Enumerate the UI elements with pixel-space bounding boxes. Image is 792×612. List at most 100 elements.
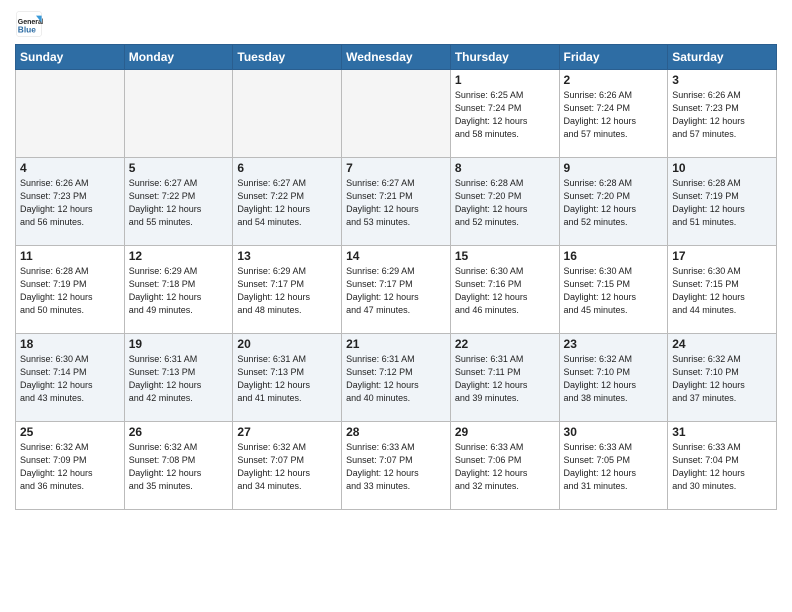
- day-info: Sunrise: 6:26 AMSunset: 7:23 PMDaylight:…: [20, 177, 120, 229]
- day-info: Sunrise: 6:27 AMSunset: 7:21 PMDaylight:…: [346, 177, 446, 229]
- page: General Blue SundayMondayTuesdayWednesda…: [0, 0, 792, 520]
- day-info: Sunrise: 6:25 AMSunset: 7:24 PMDaylight:…: [455, 89, 555, 141]
- day-info: Sunrise: 6:29 AMSunset: 7:17 PMDaylight:…: [237, 265, 337, 317]
- day-info: Sunrise: 6:28 AMSunset: 7:19 PMDaylight:…: [20, 265, 120, 317]
- day-cell-17: 17 Sunrise: 6:30 AMSunset: 7:15 PMDayligh…: [668, 246, 777, 334]
- day-cell-13: 13 Sunrise: 6:29 AMSunset: 7:17 PMDayligh…: [233, 246, 342, 334]
- weekday-header-tuesday: Tuesday: [233, 45, 342, 70]
- day-info: Sunrise: 6:30 AMSunset: 7:15 PMDaylight:…: [672, 265, 772, 317]
- weekday-header-row: SundayMondayTuesdayWednesdayThursdayFrid…: [16, 45, 777, 70]
- day-number: 9: [564, 161, 664, 175]
- week-row-1: 1 Sunrise: 6:25 AMSunset: 7:24 PMDaylight…: [16, 70, 777, 158]
- day-number: 15: [455, 249, 555, 263]
- day-info: Sunrise: 6:30 AMSunset: 7:16 PMDaylight:…: [455, 265, 555, 317]
- day-cell-25: 25 Sunrise: 6:32 AMSunset: 7:09 PMDayligh…: [16, 422, 125, 510]
- day-number: 29: [455, 425, 555, 439]
- day-cell-10: 10 Sunrise: 6:28 AMSunset: 7:19 PMDayligh…: [668, 158, 777, 246]
- day-cell-3: 3 Sunrise: 6:26 AMSunset: 7:23 PMDaylight…: [668, 70, 777, 158]
- empty-cell: [16, 70, 125, 158]
- empty-cell: [124, 70, 233, 158]
- weekday-header-wednesday: Wednesday: [342, 45, 451, 70]
- calendar-table: SundayMondayTuesdayWednesdayThursdayFrid…: [15, 44, 777, 510]
- day-number: 13: [237, 249, 337, 263]
- weekday-header-sunday: Sunday: [16, 45, 125, 70]
- day-number: 31: [672, 425, 772, 439]
- day-info: Sunrise: 6:32 AMSunset: 7:09 PMDaylight:…: [20, 441, 120, 493]
- day-number: 20: [237, 337, 337, 351]
- day-info: Sunrise: 6:27 AMSunset: 7:22 PMDaylight:…: [129, 177, 229, 229]
- day-number: 6: [237, 161, 337, 175]
- day-cell-4: 4Sunrise: 6:26 AMSunset: 7:23 PMDaylight…: [16, 158, 125, 246]
- logo: General Blue: [15, 10, 47, 38]
- day-info: Sunrise: 6:33 AMSunset: 7:04 PMDaylight:…: [672, 441, 772, 493]
- svg-text:Blue: Blue: [18, 24, 36, 34]
- day-cell-15: 15 Sunrise: 6:30 AMSunset: 7:16 PMDayligh…: [450, 246, 559, 334]
- day-info: Sunrise: 6:32 AMSunset: 7:10 PMDaylight:…: [672, 353, 772, 405]
- day-info: Sunrise: 6:32 AMSunset: 7:07 PMDaylight:…: [237, 441, 337, 493]
- weekday-header-monday: Monday: [124, 45, 233, 70]
- day-number: 25: [20, 425, 120, 439]
- day-info: Sunrise: 6:31 AMSunset: 7:11 PMDaylight:…: [455, 353, 555, 405]
- day-info: Sunrise: 6:29 AMSunset: 7:18 PMDaylight:…: [129, 265, 229, 317]
- week-row-3: 11 Sunrise: 6:28 AMSunset: 7:19 PMDayligh…: [16, 246, 777, 334]
- day-info: Sunrise: 6:26 AMSunset: 7:23 PMDaylight:…: [672, 89, 772, 141]
- logo-icon: General Blue: [15, 10, 43, 38]
- day-cell-7: 7 Sunrise: 6:27 AMSunset: 7:21 PMDaylight…: [342, 158, 451, 246]
- day-number: 8: [455, 161, 555, 175]
- day-number: 10: [672, 161, 772, 175]
- day-number: 21: [346, 337, 446, 351]
- day-cell-1: 1 Sunrise: 6:25 AMSunset: 7:24 PMDaylight…: [450, 70, 559, 158]
- day-cell-20: 20Sunrise: 6:31 AMSunset: 7:13 PMDayligh…: [233, 334, 342, 422]
- day-cell-26: 26 Sunrise: 6:32 AMSunset: 7:08 PMDayligh…: [124, 422, 233, 510]
- day-info: Sunrise: 6:28 AMSunset: 7:20 PMDaylight:…: [455, 177, 555, 229]
- day-number: 7: [346, 161, 446, 175]
- day-number: 11: [20, 249, 120, 263]
- day-cell-28: 28Sunrise: 6:33 AMSunset: 7:07 PMDayligh…: [342, 422, 451, 510]
- day-info: Sunrise: 6:28 AMSunset: 7:19 PMDaylight:…: [672, 177, 772, 229]
- week-row-5: 25 Sunrise: 6:32 AMSunset: 7:09 PMDayligh…: [16, 422, 777, 510]
- day-cell-14: 14Sunrise: 6:29 AMSunset: 7:17 PMDayligh…: [342, 246, 451, 334]
- day-number: 2: [564, 73, 664, 87]
- day-number: 27: [237, 425, 337, 439]
- day-info: Sunrise: 6:33 AMSunset: 7:05 PMDaylight:…: [564, 441, 664, 493]
- day-cell-23: 23 Sunrise: 6:32 AMSunset: 7:10 PMDayligh…: [559, 334, 668, 422]
- day-cell-31: 31 Sunrise: 6:33 AMSunset: 7:04 PMDayligh…: [668, 422, 777, 510]
- day-number: 18: [20, 337, 120, 351]
- empty-cell: [342, 70, 451, 158]
- weekday-header-friday: Friday: [559, 45, 668, 70]
- day-cell-22: 22Sunrise: 6:31 AMSunset: 7:11 PMDayligh…: [450, 334, 559, 422]
- day-number: 17: [672, 249, 772, 263]
- day-number: 24: [672, 337, 772, 351]
- day-cell-29: 29 Sunrise: 6:33 AMSunset: 7:06 PMDayligh…: [450, 422, 559, 510]
- day-info: Sunrise: 6:26 AMSunset: 7:24 PMDaylight:…: [564, 89, 664, 141]
- day-info: Sunrise: 6:33 AMSunset: 7:06 PMDaylight:…: [455, 441, 555, 493]
- day-cell-24: 24 Sunrise: 6:32 AMSunset: 7:10 PMDayligh…: [668, 334, 777, 422]
- day-number: 30: [564, 425, 664, 439]
- day-info: Sunrise: 6:30 AMSunset: 7:14 PMDaylight:…: [20, 353, 120, 405]
- day-number: 1: [455, 73, 555, 87]
- day-cell-12: 12 Sunrise: 6:29 AMSunset: 7:18 PMDayligh…: [124, 246, 233, 334]
- day-number: 28: [346, 425, 446, 439]
- weekday-header-thursday: Thursday: [450, 45, 559, 70]
- day-cell-6: 6Sunrise: 6:27 AMSunset: 7:22 PMDaylight…: [233, 158, 342, 246]
- day-info: Sunrise: 6:30 AMSunset: 7:15 PMDaylight:…: [564, 265, 664, 317]
- day-info: Sunrise: 6:32 AMSunset: 7:10 PMDaylight:…: [564, 353, 664, 405]
- week-row-4: 18 Sunrise: 6:30 AMSunset: 7:14 PMDayligh…: [16, 334, 777, 422]
- day-info: Sunrise: 6:28 AMSunset: 7:20 PMDaylight:…: [564, 177, 664, 229]
- day-cell-21: 21 Sunrise: 6:31 AMSunset: 7:12 PMDayligh…: [342, 334, 451, 422]
- day-cell-9: 9 Sunrise: 6:28 AMSunset: 7:20 PMDaylight…: [559, 158, 668, 246]
- day-number: 23: [564, 337, 664, 351]
- day-cell-11: 11 Sunrise: 6:28 AMSunset: 7:19 PMDayligh…: [16, 246, 125, 334]
- day-info: Sunrise: 6:29 AMSunset: 7:17 PMDaylight:…: [346, 265, 446, 317]
- day-number: 12: [129, 249, 229, 263]
- header: General Blue: [15, 10, 777, 38]
- day-number: 26: [129, 425, 229, 439]
- day-number: 3: [672, 73, 772, 87]
- day-info: Sunrise: 6:32 AMSunset: 7:08 PMDaylight:…: [129, 441, 229, 493]
- day-cell-30: 30 Sunrise: 6:33 AMSunset: 7:05 PMDayligh…: [559, 422, 668, 510]
- day-info: Sunrise: 6:31 AMSunset: 7:12 PMDaylight:…: [346, 353, 446, 405]
- day-number: 19: [129, 337, 229, 351]
- day-cell-8: 8 Sunrise: 6:28 AMSunset: 7:20 PMDaylight…: [450, 158, 559, 246]
- day-cell-27: 27 Sunrise: 6:32 AMSunset: 7:07 PMDayligh…: [233, 422, 342, 510]
- day-cell-5: 5Sunrise: 6:27 AMSunset: 7:22 PMDaylight…: [124, 158, 233, 246]
